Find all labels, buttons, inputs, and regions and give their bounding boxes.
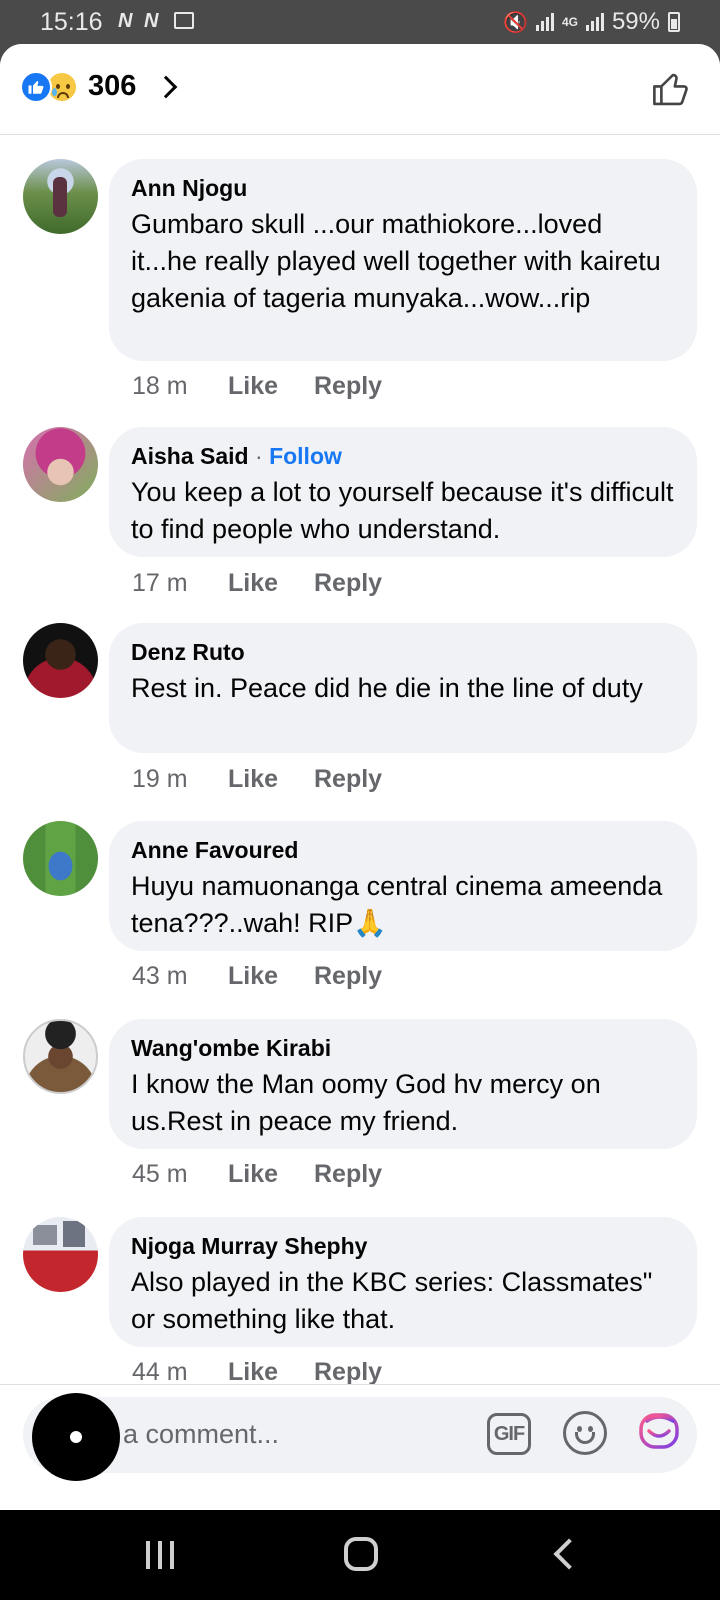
comment-actions: 44 m Like Reply xyxy=(132,1358,382,1387)
recents-icon[interactable] xyxy=(146,1541,174,1569)
comment-time[interactable]: 45 m xyxy=(132,1160,228,1189)
battery-percent: 59% xyxy=(611,8,660,35)
reply-button[interactable]: Reply xyxy=(314,1160,382,1189)
like-button[interactable]: Like xyxy=(228,765,314,794)
comments-sheet: 306 Ann Njogu Gumbaro skull ...our mathi… xyxy=(0,44,720,1510)
comment-bubble[interactable]: Ann Njogu Gumbaro skull ...our mathiokor… xyxy=(109,159,697,361)
comment-bubble[interactable]: Njoga Murray Shephy Also played in the K… xyxy=(109,1217,697,1347)
comment-time[interactable]: 43 m xyxy=(132,962,228,991)
reply-button[interactable]: Reply xyxy=(314,765,382,794)
comment-input[interactable]: a comment... GIF xyxy=(23,1397,697,1473)
comment-bubble[interactable]: Wang'ombe Kirabi I know the Man oomy God… xyxy=(109,1019,697,1149)
comment-actions: 45 m Like Reply xyxy=(132,1160,382,1189)
comment-time[interactable]: 44 m xyxy=(132,1358,228,1387)
comment-text: Rest in. Peace did he die in the line of… xyxy=(131,673,643,703)
like-button[interactable]: Like xyxy=(228,1160,314,1189)
avatar-sticker-icon[interactable] xyxy=(637,1409,683,1460)
status-bar: 15:16 N N 🔇 4G 59% xyxy=(0,0,720,44)
avatar[interactable] xyxy=(23,159,98,234)
reactions-header: 306 xyxy=(0,44,720,135)
chevron-right-icon xyxy=(155,75,178,98)
system-nav-bar xyxy=(0,1510,720,1600)
like-button[interactable]: Like xyxy=(228,962,314,991)
signal-icon xyxy=(535,13,554,31)
reactions-summary[interactable]: 306 xyxy=(20,70,178,103)
comment-author[interactable]: Wang'ombe Kirabi xyxy=(131,1033,675,1063)
like-post-icon[interactable] xyxy=(650,68,692,115)
comment-text: Gumbaro skull ...our mathiokore...loved … xyxy=(131,209,661,313)
comment-text: Also played in the KBC series: Classmate… xyxy=(131,1267,653,1334)
battery-icon xyxy=(668,12,680,32)
status-time: 15:16 xyxy=(40,8,103,36)
like-button[interactable]: Like xyxy=(228,1358,314,1387)
reply-button[interactable]: Reply xyxy=(314,372,382,401)
comment-time[interactable]: 19 m xyxy=(132,765,228,794)
comment-time[interactable]: 18 m xyxy=(132,372,228,401)
comment-author[interactable]: Denz Ruto xyxy=(131,637,675,667)
comment-author[interactable]: Aisha Said xyxy=(131,443,249,469)
floating-assistive-button[interactable] xyxy=(32,1393,120,1481)
reaction-count: 306 xyxy=(88,70,137,102)
follow-button[interactable]: Follow xyxy=(269,443,342,469)
comment-time[interactable]: 17 m xyxy=(132,569,228,598)
mute-icon: 🔇 xyxy=(503,11,528,34)
notification-n-icons: N N xyxy=(118,10,162,32)
comment-text: You keep a lot to yourself because it's … xyxy=(131,477,674,544)
avatar[interactable] xyxy=(23,821,98,896)
reply-button[interactable]: Reply xyxy=(314,962,382,991)
like-button[interactable]: Like xyxy=(228,569,314,598)
back-icon[interactable] xyxy=(553,1538,585,1570)
comment-bubble[interactable]: Aisha Said · Follow You keep a lot to yo… xyxy=(109,427,697,557)
like-reaction-icon xyxy=(20,70,52,103)
avatar[interactable] xyxy=(23,1019,98,1094)
network-type: 4G xyxy=(561,15,578,29)
comment-actions: 19 m Like Reply xyxy=(132,765,382,794)
comment-author-line: Aisha Said · Follow xyxy=(131,441,675,471)
comment-actions: 18 m Like Reply xyxy=(132,372,382,401)
status-right: 🔇 4G 59% xyxy=(503,8,680,36)
comment-text: I know the Man oomy God hv mercy on us.R… xyxy=(131,1069,601,1136)
comment-author[interactable]: Ann Njogu xyxy=(131,173,675,203)
comment-author[interactable]: Anne Favoured xyxy=(131,835,675,865)
notification-icons: N N xyxy=(118,10,195,33)
avatar[interactable] xyxy=(23,427,98,502)
avatar[interactable] xyxy=(23,623,98,698)
comment-text: Huyu namuonanga central cinema ameenda t… xyxy=(131,871,663,938)
comment-actions: 17 m Like Reply xyxy=(132,569,382,598)
signal-icon-2 xyxy=(585,13,604,31)
separator-dot: · xyxy=(248,443,270,469)
reply-button[interactable]: Reply xyxy=(314,1358,382,1387)
emoji-icon[interactable] xyxy=(563,1411,607,1455)
comment-author[interactable]: Njoga Murray Shephy xyxy=(131,1231,675,1261)
gif-button[interactable]: GIF xyxy=(487,1413,531,1455)
home-icon[interactable] xyxy=(344,1537,378,1571)
comment-bubble[interactable]: Anne Favoured Huyu namuonanga central ci… xyxy=(109,821,697,951)
dot-icon xyxy=(70,1431,82,1443)
reply-button[interactable]: Reply xyxy=(314,569,382,598)
like-button[interactable]: Like xyxy=(228,372,314,401)
comment-bubble[interactable]: Denz Ruto Rest in. Peace did he die in t… xyxy=(109,623,697,753)
comment-input-placeholder: a comment... xyxy=(123,1419,280,1449)
comment-list: Ann Njogu Gumbaro skull ...our mathiokor… xyxy=(0,135,720,1428)
avatar[interactable] xyxy=(23,1217,98,1292)
comment-actions: 43 m Like Reply xyxy=(132,962,382,991)
gallery-notification-icon xyxy=(174,12,195,29)
